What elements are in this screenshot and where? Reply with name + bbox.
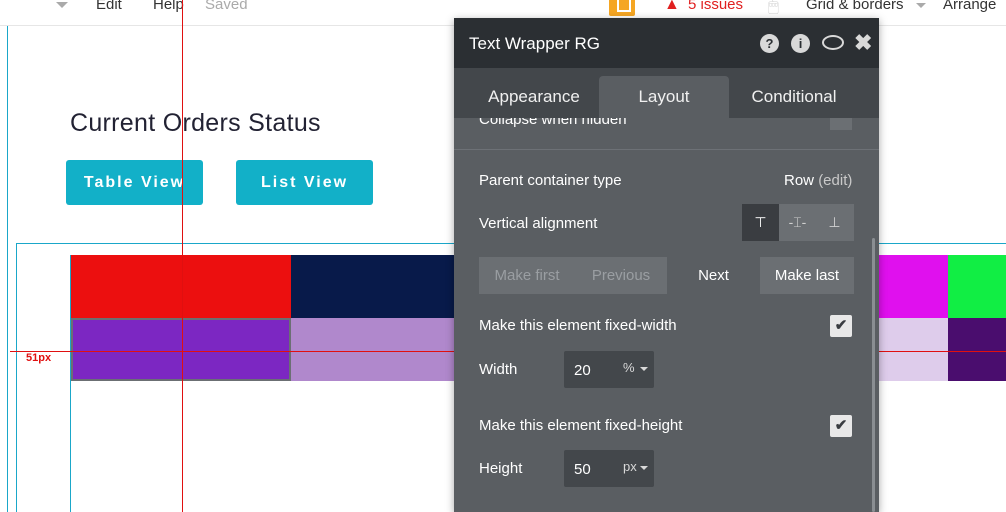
guide-distance-label: 51px: [26, 352, 52, 364]
vertical-alignment-control: ⊤ -⌶- ⊥: [742, 204, 854, 241]
upgrade-icon[interactable]: [609, 0, 635, 16]
tab-layout[interactable]: Layout: [599, 76, 729, 118]
width-label: Width: [479, 361, 518, 378]
chevron-down-icon[interactable]: [54, 0, 68, 18]
parent-container-value: Row (edit): [784, 172, 852, 189]
edit-menu[interactable]: Edit: [96, 0, 122, 16]
vertical-guide: [182, 0, 183, 512]
panel-header[interactable]: Text Wrapper RG ? i ✖: [454, 18, 879, 68]
panel-title[interactable]: Text Wrapper RG: [469, 34, 600, 54]
cell-green[interactable]: [948, 255, 1006, 318]
save-status: Saved: [205, 0, 248, 13]
width-input[interactable]: 20: [574, 362, 591, 379]
previous-button[interactable]: Previous: [575, 257, 667, 294]
list-view-button[interactable]: List View: [236, 160, 373, 205]
arrange-menu[interactable]: Arrange: [943, 0, 996, 16]
element-order-bar: Make first Previous Next Make last: [479, 257, 854, 294]
align-bottom-icon[interactable]: ⊥: [816, 204, 853, 241]
page-title[interactable]: Current Orders Status: [70, 109, 321, 138]
close-icon[interactable]: ✖: [854, 30, 872, 56]
parent-container-edit-link[interactable]: (edit): [818, 172, 852, 189]
warning-icon: ▲: [664, 0, 680, 13]
parent-container-label: Parent container type: [479, 172, 622, 189]
cell-lavender[interactable]: [291, 318, 454, 381]
cell-red[interactable]: [71, 255, 291, 318]
page-border-left: [7, 26, 8, 512]
help-icon[interactable]: ?: [760, 34, 779, 53]
cell-navy[interactable]: [291, 255, 454, 318]
height-label: Height: [479, 460, 523, 477]
grid-borders-menu[interactable]: Grid & borders: [806, 0, 904, 16]
issues-button[interactable]: 5 issues: [688, 0, 743, 16]
tab-appearance[interactable]: Appearance: [469, 76, 599, 118]
comment-icon[interactable]: [822, 35, 844, 50]
height-input[interactable]: 50: [574, 461, 591, 478]
fixed-width-checkbox[interactable]: ✔: [830, 315, 852, 337]
info-icon[interactable]: i: [791, 34, 810, 53]
collapse-when-hidden-row: Collapse when hidden: [479, 118, 627, 130]
align-top-icon[interactable]: ⊤: [742, 204, 779, 241]
cell-light-lavender[interactable]: [879, 318, 948, 381]
divider: [454, 149, 879, 150]
cell-magenta[interactable]: [879, 255, 948, 318]
cell-purple-selected[interactable]: [71, 318, 291, 381]
next-button[interactable]: Next: [667, 257, 760, 294]
fixed-width-label: Make this element fixed-width: [479, 317, 677, 334]
group-border-left: [16, 243, 17, 512]
collapse-when-hidden-checkbox[interactable]: [830, 118, 852, 130]
width-field[interactable]: 20 %: [564, 351, 654, 388]
tab-conditional[interactable]: Conditional: [729, 76, 859, 118]
align-center-icon[interactable]: -⌶-: [779, 204, 816, 241]
make-first-button[interactable]: Make first: [479, 257, 575, 294]
panel-tabs: Appearance Layout Conditional: [454, 68, 879, 118]
property-editor-panel: Text Wrapper RG ? i ✖ Appearance Layout …: [454, 18, 879, 512]
vertical-alignment-label: Vertical alignment: [479, 215, 598, 232]
pointer-icon[interactable]: 🖱: [768, 0, 779, 16]
make-last-button[interactable]: Make last: [760, 257, 854, 294]
collapse-when-hidden-label: Collapse when hidden: [479, 118, 627, 128]
chevron-down-icon[interactable]: [914, 0, 928, 16]
parent-container-type: Row: [784, 172, 815, 189]
panel-scrollbar[interactable]: [872, 238, 875, 512]
cell-deep-purple[interactable]: [948, 318, 1006, 381]
height-unit-dropdown[interactable]: px: [623, 459, 648, 474]
fixed-height-label: Make this element fixed-height: [479, 417, 683, 434]
width-unit-dropdown[interactable]: %: [623, 360, 648, 375]
help-menu[interactable]: Help: [153, 0, 184, 16]
fixed-height-checkbox[interactable]: ✔: [830, 415, 852, 437]
height-field[interactable]: 50 px: [564, 450, 654, 487]
